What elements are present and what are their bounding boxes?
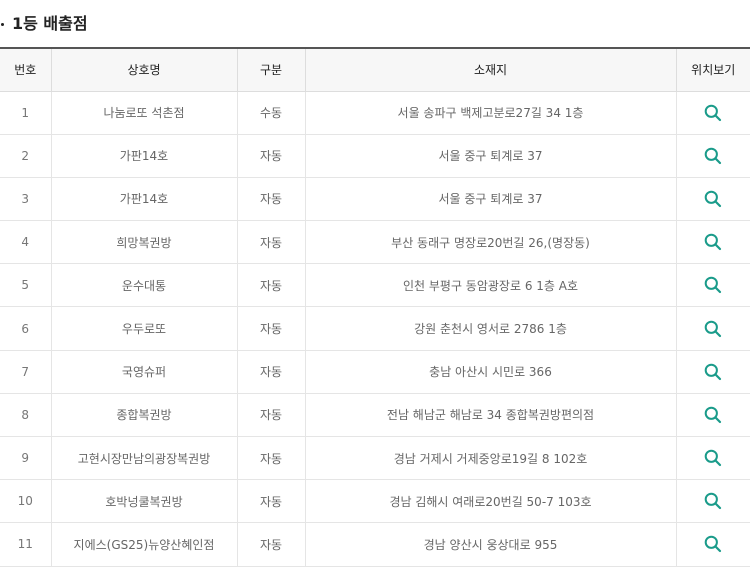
row-number: 11 (0, 522, 51, 567)
search-icon[interactable] (703, 319, 723, 339)
store-name: 운수대통 (50, 263, 237, 308)
store-address: 강원 춘천시 영서로 2786 1층 (304, 306, 676, 351)
table-row: 4 희망복권방 자동 부산 동래구 명장로20번길 26,(명장동) (0, 220, 750, 265)
draw-type: 자동 (236, 393, 305, 438)
header-store-name: 상호명 (50, 47, 237, 92)
store-name: 가판14호 (50, 134, 237, 178)
header-location: 위치보기 (675, 47, 750, 92)
table-body: 1 나눔로또 석촌점 수동 서울 송파구 백제고분로27길 34 1층 2 가판14호 자동… (0, 91, 750, 567)
store-address: 충남 아산시 시민로 366 (304, 350, 676, 394)
table-row: 1 나눔로또 석촌점 수동 서울 송파구 백제고분로27길 34 1층 (0, 91, 750, 135)
table-row: 7 국영슈퍼 자동 충남 아산시 시민로 366 (0, 350, 750, 394)
table-header-row: 번호 상호명 구분 소재지 위치보기 (0, 47, 750, 92)
draw-type: 자동 (236, 177, 305, 222)
draw-type: 자동 (236, 134, 305, 178)
search-icon[interactable] (703, 491, 723, 511)
store-name: 나눔로또 석촌점 (50, 91, 237, 135)
table-row: 3 가판14호 자동 서울 중구 퇴계로 37 (0, 177, 750, 222)
search-icon[interactable] (703, 275, 723, 295)
search-icon[interactable] (703, 534, 723, 554)
location-cell (675, 134, 750, 178)
table-row: 11 지에스(GS25)뉴양산혜인점 자동 경남 양산시 웅상대로 955 (0, 522, 750, 567)
row-number: 5 (0, 263, 51, 308)
store-address: 경남 김해시 여래로20번길 50-7 103호 (304, 479, 676, 524)
draw-type: 수동 (236, 91, 305, 135)
row-number: 8 (0, 393, 51, 438)
row-number: 1 (0, 91, 51, 135)
table-row: 9 고현시장만남의광장복권방 자동 경남 거제시 거제중앙로19길 8 102호 (0, 436, 750, 481)
table-row: 2 가판14호 자동 서울 중구 퇴계로 37 (0, 134, 750, 178)
location-cell (675, 479, 750, 524)
store-address: 서울 송파구 백제고분로27길 34 1층 (304, 91, 676, 135)
store-name: 지에스(GS25)뉴양산혜인점 (50, 522, 237, 567)
header-address: 소재지 (304, 47, 676, 92)
row-number: 10 (0, 479, 51, 524)
search-icon[interactable] (703, 232, 723, 252)
search-icon[interactable] (703, 189, 723, 209)
location-cell (675, 91, 750, 135)
search-icon[interactable] (703, 146, 723, 166)
store-address: 서울 중구 퇴계로 37 (304, 134, 676, 178)
table-row: 6 우두로또 자동 강원 춘천시 영서로 2786 1층 (0, 306, 750, 351)
row-number: 2 (0, 134, 51, 178)
location-cell (675, 522, 750, 567)
draw-type: 자동 (236, 479, 305, 524)
location-cell (675, 263, 750, 308)
header-number: 번호 (0, 47, 51, 92)
draw-type: 자동 (236, 522, 305, 567)
store-address: 전남 해남군 해남로 34 종합복권방편의점 (304, 393, 676, 438)
store-name: 호박넝쿨복권방 (50, 479, 237, 524)
location-cell (675, 220, 750, 265)
bullet-icon (1, 23, 4, 26)
store-address: 인천 부평구 동암광장로 6 1층 A호 (304, 263, 676, 308)
header-type: 구분 (236, 47, 305, 92)
location-cell (675, 350, 750, 394)
store-address: 서울 중구 퇴계로 37 (304, 177, 676, 222)
section-title: 1등 배출점 (0, 10, 88, 38)
search-icon[interactable] (703, 103, 723, 123)
row-number: 6 (0, 306, 51, 351)
draw-type: 자동 (236, 220, 305, 265)
draw-type: 자동 (236, 436, 305, 481)
section-title-text: 1등 배출점 (12, 14, 88, 33)
draw-type: 자동 (236, 306, 305, 351)
draw-type: 자동 (236, 350, 305, 394)
store-name: 희망복권방 (50, 220, 237, 265)
search-icon[interactable] (703, 405, 723, 425)
store-name: 고현시장만남의광장복권방 (50, 436, 237, 481)
location-cell (675, 436, 750, 481)
row-number: 7 (0, 350, 51, 394)
search-icon[interactable] (703, 362, 723, 382)
store-name: 종합복권방 (50, 393, 237, 438)
store-name: 가판14호 (50, 177, 237, 222)
draw-type: 자동 (236, 263, 305, 308)
location-cell (675, 177, 750, 222)
table-row: 5 운수대통 자동 인천 부평구 동암광장로 6 1층 A호 (0, 263, 750, 308)
winning-stores-table: 번호 상호명 구분 소재지 위치보기 1 나눔로또 석촌점 수동 서울 송파구 백제고… (0, 47, 750, 567)
store-address: 경남 거제시 거제중앙로19길 8 102호 (304, 436, 676, 481)
row-number: 9 (0, 436, 51, 481)
store-name: 국영슈퍼 (50, 350, 237, 394)
table-row: 8 종합복권방 자동 전남 해남군 해남로 34 종합복권방편의점 (0, 393, 750, 438)
store-name: 우두로또 (50, 306, 237, 351)
row-number: 4 (0, 220, 51, 265)
store-address: 부산 동래구 명장로20번길 26,(명장동) (304, 220, 676, 265)
location-cell (675, 393, 750, 438)
row-number: 3 (0, 177, 51, 222)
store-address: 경남 양산시 웅상대로 955 (304, 522, 676, 567)
location-cell (675, 306, 750, 351)
search-icon[interactable] (703, 448, 723, 468)
table-row: 10 호박넝쿨복권방 자동 경남 김해시 여래로20번길 50-7 103호 (0, 479, 750, 524)
